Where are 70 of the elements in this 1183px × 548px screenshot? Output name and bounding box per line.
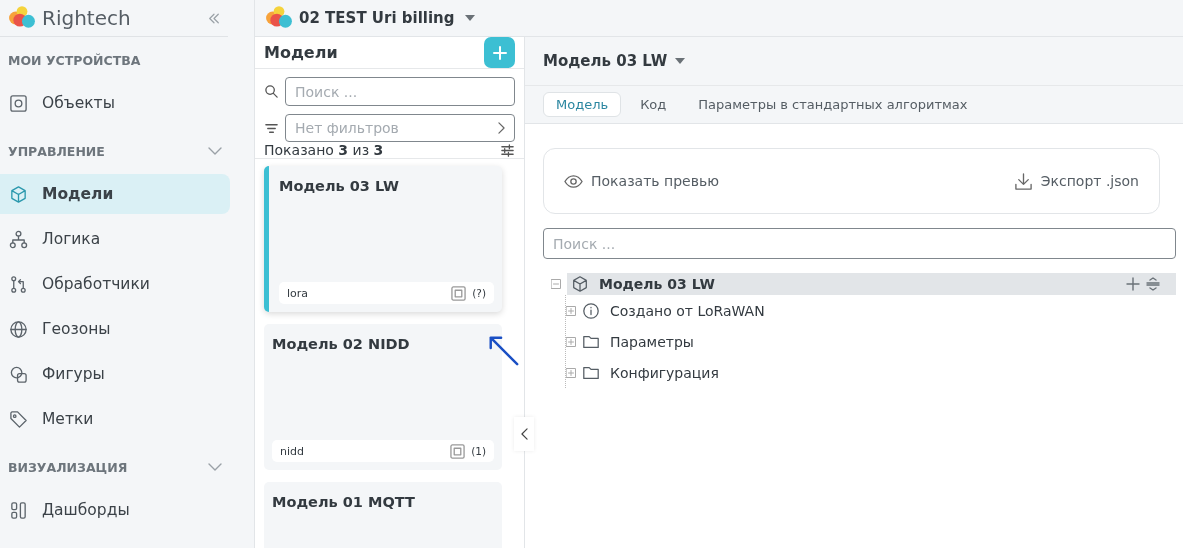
expand-collapse-icon[interactable] <box>1146 277 1160 291</box>
brand-name: Rightech <box>42 6 132 30</box>
collapse-panel-button[interactable] <box>514 417 534 451</box>
section-heading: МОИ УСТРОЙСТВА <box>8 52 141 68</box>
globe-icon <box>9 319 28 339</box>
chevron-right-icon <box>498 122 505 134</box>
search-field[interactable]: Поиск ... <box>543 228 1176 259</box>
nav-item[interactable]: Объекты <box>0 83 230 123</box>
cube-icon <box>571 275 589 293</box>
expand-toggle-icon[interactable] <box>566 336 576 347</box>
caret-icon[interactable] <box>464 15 475 21</box>
tab[interactable]: Параметры в стандартных алгоритмах <box>685 92 981 117</box>
card-count: (?) <box>472 287 486 299</box>
logo-icon <box>8 5 36 31</box>
search-icon <box>264 84 279 99</box>
nav-item[interactable]: Логика <box>0 219 230 259</box>
search-field[interactable]: Поиск ... <box>285 77 515 106</box>
expand-toggle-icon[interactable] <box>566 305 576 316</box>
model-card[interactable]: Модель 03 LW lora (?) <box>264 166 502 312</box>
nav-item[interactable]: Обработчики <box>0 264 230 304</box>
info-icon <box>582 301 600 320</box>
tree-row[interactable]: Параметры <box>566 326 1176 357</box>
model-title[interactable]: Модель 03 LW <box>543 52 668 70</box>
card-count: (1) <box>471 445 486 457</box>
shapes-icon <box>9 364 28 384</box>
sliders-icon[interactable] <box>500 142 515 158</box>
square-icon <box>450 443 466 459</box>
dashboard-icon <box>9 500 28 520</box>
card-title: Модель 03 LW <box>279 178 401 194</box>
model-card[interactable]: Модель 02 NIDD nidd (1) <box>264 324 502 470</box>
action-button[interactable]: Экспорт .json <box>1013 171 1139 191</box>
chevron-left-icon <box>520 428 528 440</box>
nav-item[interactable]: Фигуры <box>0 354 230 394</box>
square-icon <box>451 285 467 301</box>
card-tag: lora <box>287 286 446 300</box>
cube-icon <box>9 184 28 204</box>
logo-icon <box>265 5 293 31</box>
nav-item[interactable]: Модели <box>0 174 230 214</box>
chevron-down-icon[interactable] <box>208 463 222 471</box>
section-heading: УПРАВЛЕНИЕ <box>8 143 105 159</box>
project-title[interactable]: 02 TEST Uri billing <box>299 9 455 27</box>
tree-row[interactable]: Создано от LoRaWAN <box>566 295 1176 326</box>
model-card[interactable]: Модель 01 MQTT <box>264 482 502 548</box>
section-heading: ВИЗУАЛИЗАЦИЯ <box>8 459 128 475</box>
tab[interactable]: Код <box>627 92 680 117</box>
nav-item[interactable]: Метки <box>0 399 230 439</box>
expand-toggle-icon[interactable] <box>566 367 576 378</box>
double-chevron-icon[interactable] <box>208 12 220 24</box>
download-icon <box>1013 171 1033 191</box>
hierarchy-icon <box>9 229 28 249</box>
chevron-down-icon[interactable] <box>208 147 222 155</box>
action-button[interactable]: Показать превью <box>564 171 719 191</box>
panel-title: Модели <box>264 43 338 62</box>
tag-icon <box>9 409 28 429</box>
add-button[interactable] <box>484 37 515 68</box>
annotation-arrow <box>486 333 520 367</box>
results-count: Показано 3 из 3 <box>264 142 384 158</box>
plus-icon[interactable] <box>1126 277 1140 291</box>
card-tag: nidd <box>280 444 445 458</box>
collapse-toggle-icon[interactable] <box>551 279 561 289</box>
card-title: Модель 02 NIDD <box>272 336 411 352</box>
caret-icon[interactable] <box>675 58 686 64</box>
tree-row[interactable]: Конфигурация <box>566 357 1176 388</box>
square-icon <box>9 93 28 113</box>
card-title: Модель 01 MQTT <box>272 494 416 510</box>
nav-item[interactable]: Дашборды <box>0 490 230 530</box>
tab[interactable]: Модель <box>543 92 622 117</box>
plus-icon <box>491 44 508 61</box>
nav-item[interactable]: Геозоны <box>0 309 230 349</box>
branch-icon <box>9 274 28 294</box>
